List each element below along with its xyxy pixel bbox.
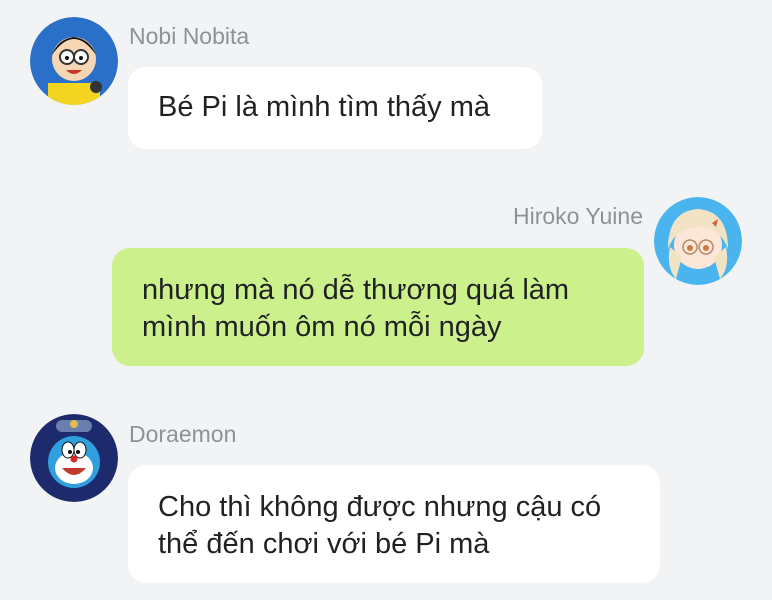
hiroko-avatar-icon[interactable] [654,197,742,285]
message-text: Bé Pi là mình tìm thấy mà [158,91,491,123]
sender-name: Hiroko Yuine [513,203,643,229]
message-bubble[interactable]: Bé Pi là mình tìm thấy mà [128,67,542,149]
doraemon-avatar-icon[interactable] [30,414,118,502]
message-text: Cho thì không được nhưng cậu có thể đến … [158,491,602,560]
sender-name: Doraemon [129,421,237,447]
message-text: nhưng mà nó dễ thương quá làm mình muốn … [142,274,570,343]
message-bubble[interactable]: nhưng mà nó dễ thương quá làm mình muốn … [112,248,644,366]
message-bubble[interactable]: Cho thì không được nhưng cậu có thể đến … [128,465,660,583]
nobita-avatar-icon[interactable] [30,17,118,105]
sender-name: Nobi Nobita [129,23,250,49]
